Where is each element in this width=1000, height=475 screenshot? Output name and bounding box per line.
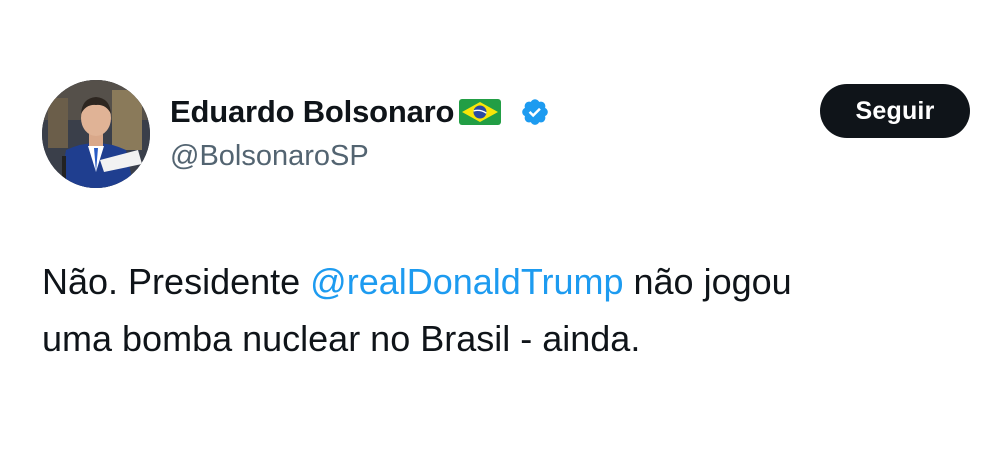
mention-link[interactable]: @realDonaldTrump (310, 261, 623, 302)
avatar-photo-icon (42, 80, 150, 188)
author-display-name[interactable]: Eduardo Bolsonaro (170, 94, 454, 130)
tweet-card: Eduardo Bolsonaro @BolsonaroSP Seguir Nã… (0, 0, 1000, 475)
brazil-flag-icon (458, 97, 502, 127)
tweet-text-part: não jogou (623, 261, 792, 302)
tweet-text-line-2: uma bomba nuclear no Brasil - ainda. (42, 318, 641, 359)
follow-button[interactable]: Seguir (820, 84, 970, 138)
author-name-row: Eduardo Bolsonaro (170, 92, 550, 132)
tweet-text-line-1: Não. Presidente @realDonaldTrump não jog… (42, 253, 972, 310)
author-handle[interactable]: @BolsonaroSP (170, 140, 369, 173)
verified-badge-icon[interactable] (520, 97, 550, 127)
avatar[interactable] (42, 80, 150, 188)
tweet-text: Não. Presidente @realDonaldTrump não jog… (42, 253, 972, 367)
tweet-text-part: Não. Presidente (42, 261, 311, 302)
